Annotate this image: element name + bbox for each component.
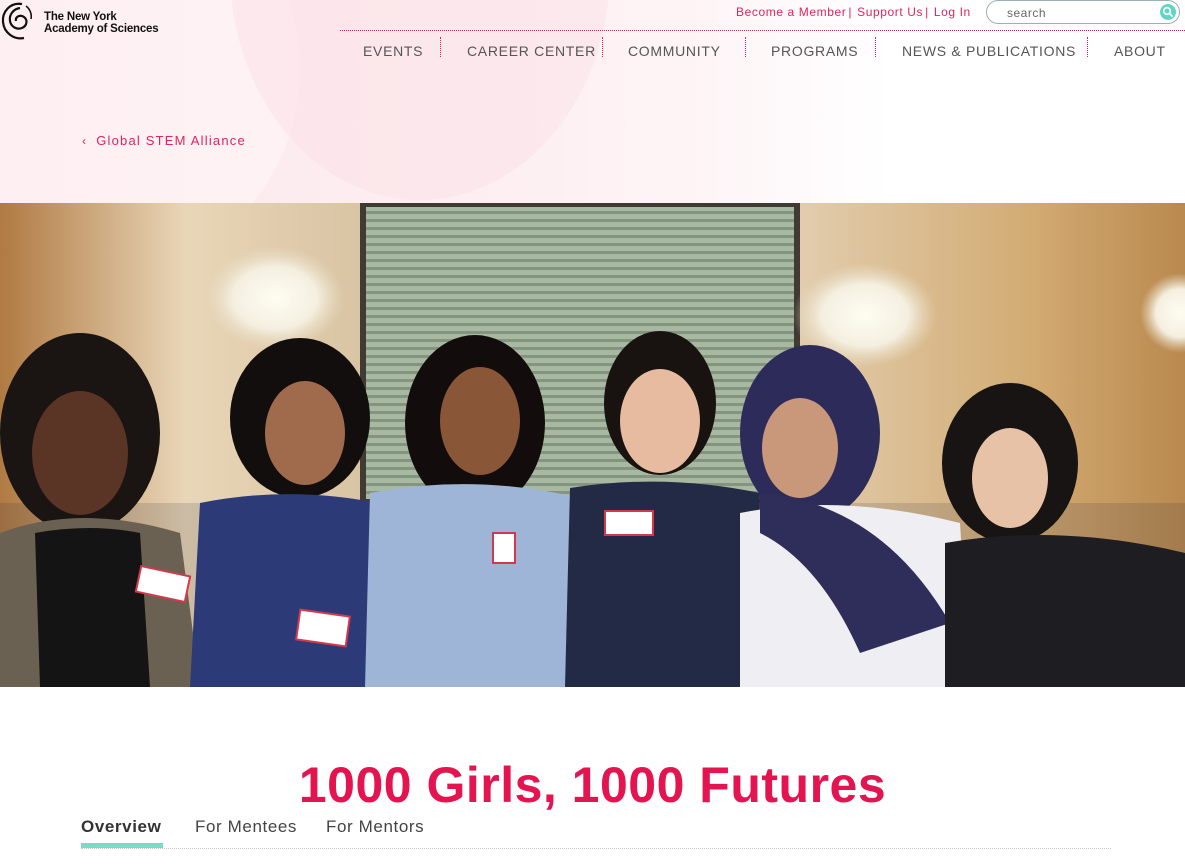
nav-item-career-center[interactable]: CAREER CENTER (467, 43, 596, 59)
nav-separator (440, 37, 441, 57)
log-in-link[interactable]: Log In (934, 5, 971, 19)
nav-separator (602, 37, 603, 57)
nav-item-community[interactable]: COMMUNITY (628, 43, 721, 59)
brand-line-2: Academy of Sciences (44, 23, 159, 35)
utility-separator: | (925, 5, 929, 19)
tab-for-mentees[interactable]: For Mentees (195, 817, 297, 837)
hero-photo (0, 203, 1185, 687)
chevron-left-icon: ‹ (82, 133, 88, 148)
brand-line-1: The New York (44, 11, 117, 23)
tab-for-mentors[interactable]: For Mentors (326, 817, 424, 837)
header-divider (340, 30, 1185, 31)
nav-item-programs[interactable]: PROGRAMS (771, 43, 858, 59)
tab-overview[interactable]: Overview (81, 817, 161, 837)
nav-separator (745, 37, 746, 57)
utility-nav: Become a Member | Support Us | Log In (736, 5, 971, 19)
utility-separator: | (848, 5, 853, 19)
nav-item-events[interactable]: EVENTS (363, 43, 423, 59)
nav-separator (1087, 37, 1088, 57)
group-photo-image (0, 203, 1185, 687)
site-logo-link[interactable]: The New York Academy of Sciences (0, 0, 159, 42)
tab-bar: Overview For Mentees For Mentors (81, 812, 1111, 850)
nav-item-about[interactable]: ABOUT (1114, 43, 1166, 59)
brand-name: The New York Academy of Sciences (44, 11, 159, 35)
become-member-link[interactable]: Become a Member (736, 5, 846, 19)
nav-item-news-publications[interactable]: NEWS & PUBLICATIONS (902, 43, 1076, 59)
search-input[interactable] (1005, 4, 1149, 22)
search-box (986, 0, 1180, 24)
search-button[interactable] (1160, 4, 1176, 20)
breadcrumb-back-link[interactable]: ‹ Global STEM Alliance (82, 133, 246, 148)
main-nav: EVENTS CAREER CENTER COMMUNITY PROGRAMS … (340, 34, 1185, 66)
support-us-link[interactable]: Support Us (857, 5, 923, 19)
academy-logo-icon (1, 2, 33, 40)
search-icon (1162, 6, 1173, 17)
breadcrumb-label: Global STEM Alliance (96, 133, 246, 148)
nav-separator (875, 37, 876, 57)
tab-divider (81, 848, 1111, 849)
page-title: 1000 Girls, 1000 Futures (298, 756, 887, 813)
